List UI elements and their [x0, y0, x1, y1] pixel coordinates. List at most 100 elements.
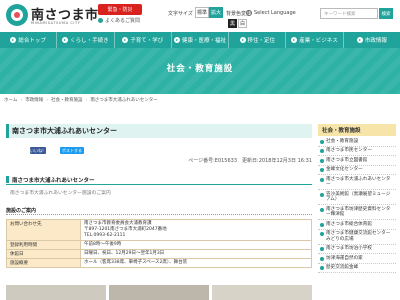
emergency-button[interactable]: 緊急・防災	[98, 4, 142, 15]
sidebar-item[interactable]: 歴史交流館金峰	[318, 264, 396, 273]
arrow-icon	[62, 37, 69, 43]
facility-photos	[6, 285, 312, 300]
table-header-cell: 登録利用時間	[6, 240, 81, 250]
search-button[interactable]: 検索	[379, 8, 393, 19]
nav-item-city-info[interactable]: 市政情報	[344, 32, 400, 48]
faq-label: よくあるご質問	[105, 18, 141, 24]
table-header-cell: お問い合わせ先	[6, 219, 81, 241]
sidebar-item[interactable]: 南さつま市総合体育館	[318, 220, 396, 230]
arrow-icon	[320, 149, 324, 153]
page-title: 南さつま市大浦ふれあいセンター	[6, 124, 312, 138]
font-size-normal-button[interactable]: 標準	[195, 7, 209, 18]
bg-black-button[interactable]: 黒	[228, 19, 237, 28]
site-logo[interactable]: 南さつま市 MINAMISATSUMA CITY	[6, 3, 98, 29]
nav-label: 移住・定住	[247, 38, 276, 44]
sidebar-item[interactable]: 坊津海運自然の家	[318, 254, 396, 264]
nav-item-top[interactable]: 総合トップ	[0, 32, 58, 48]
post-button[interactable]: ポストする	[60, 147, 84, 154]
sidebar-item[interactable]: 南さつま市民センター	[318, 147, 396, 156]
table-header-cell: 施設概要	[6, 258, 81, 268]
breadcrumb-city-info[interactable]: 市政情報	[25, 97, 43, 103]
category-banner: 社会・教育施設	[0, 48, 400, 94]
sidebar-item-label: 南さつま市総合体育館	[326, 221, 372, 227]
site-header: 南さつま市 MINAMISATSUMA CITY 緊急・防災 よくあるご質問 文…	[0, 0, 400, 32]
cell-line: ホール（客席338席、車椅子スペース2席）、舞台装	[84, 260, 188, 265]
sidebar-item-label: 笠沙美術館（黒瀬展望ミュージアム）	[326, 191, 391, 203]
sidebar-item[interactable]: 南さつま市大浦ふれあいセンター	[318, 175, 396, 190]
table-header-cell: 休館日	[6, 249, 81, 259]
language-select[interactable]: Select Language	[246, 8, 306, 18]
arrow-icon	[320, 266, 324, 270]
page-meta: ページ番号:E015633 更新日:2018年12月3日 16:31	[188, 158, 312, 164]
global-nav: 総合トップ くらし・手続き 子育て・学び 健康・医療・福祉 移住・定住 産業・ビ…	[0, 32, 400, 48]
faq-icon	[98, 18, 103, 23]
sidebar-item[interactable]: 社会・教育施設	[318, 137, 396, 147]
lead-text: 南さつま市大浦ふれあいセンター施設のご案内	[10, 191, 111, 196]
sidebar-item-label: 南さつま市立図書館	[326, 157, 368, 163]
sidebar-item[interactable]: 笠沙美術館（黒瀬展望ミュージアム）	[318, 190, 396, 205]
table-cell: ホール（客席338席、車椅子スペース2席）、舞台装	[80, 258, 312, 268]
sidebar-item[interactable]: 南さつま市坊津歴史資料センター輝津館	[318, 205, 396, 220]
table-row: 休館日 日曜日、祝日、12月29日～翌年1月3日	[6, 249, 312, 259]
faq-link[interactable]: よくあるご質問	[98, 16, 144, 25]
sidebar-list: 社会・教育施設 南さつま市民センター 南さつま市立図書館 金峰文化センター 南さ…	[318, 137, 396, 273]
sidebar-item-label: 南さつま市坊泊小学校	[326, 246, 372, 251]
language-label: Select Language	[254, 10, 296, 16]
nav-label: 子育て・学び	[130, 38, 164, 44]
sidebar-item[interactable]: 南さつま市立図書館	[318, 156, 396, 166]
arrow-icon	[173, 37, 180, 43]
nav-item-living[interactable]: くらし・手続き	[57, 32, 115, 48]
table-cell: 南さつま市教育委員会大浦教育課 〒897-1201南さつま市大浦町2047番地 …	[80, 219, 312, 241]
heading-marker	[6, 176, 9, 183]
facility-info-table: お問い合わせ先 南さつま市教育委員会大浦教育課 〒897-1201南さつま市大浦…	[6, 219, 312, 268]
subsection-heading: 施設のご案内	[6, 206, 312, 215]
cell-line: TEL.0993-62-2111	[84, 233, 126, 238]
arrow-icon	[320, 207, 324, 212]
facebook-like-button[interactable]: いいね！	[30, 147, 46, 154]
logo-subtitle: MINAMISATSUMA CITY	[31, 21, 81, 25]
breadcrumb-home[interactable]: ホーム	[4, 97, 17, 103]
arrow-icon	[320, 256, 324, 261]
facility-photo	[212, 285, 312, 300]
arrow-icon	[320, 247, 324, 251]
font-size-large-button[interactable]: 拡大	[209, 7, 223, 18]
globe-icon	[246, 10, 252, 16]
breadcrumb-separator: ›	[85, 97, 88, 103]
font-size-label: 文字サイズ	[168, 11, 193, 17]
section-heading-text: 南さつま市大浦ふれあいセンター	[12, 177, 95, 184]
arrow-icon	[356, 37, 363, 43]
arrow-icon	[320, 177, 324, 182]
nav-item-business[interactable]: 産業・ビジネス	[286, 32, 344, 48]
arrow-icon	[320, 158, 324, 163]
arrow-icon	[320, 192, 324, 197]
nav-item-health[interactable]: 健康・医療・福祉	[172, 32, 230, 48]
arrow-icon	[320, 232, 324, 236]
arrow-icon	[122, 37, 129, 43]
table-cell: 午前8時～午後9時	[80, 240, 312, 250]
sidebar-item-label: 南さつま市大浦ふれあいセンター	[326, 176, 391, 188]
sidebar-item-label: 南さつま市健康交流館センターみどりの広場	[326, 231, 391, 242]
nav-item-migration[interactable]: 移住・定住	[229, 32, 287, 48]
bg-white-button[interactable]: 白	[238, 19, 247, 28]
facility-photo	[6, 285, 106, 300]
sidebar-heading: 社会・教育施設	[318, 124, 396, 136]
sidebar-item[interactable]: 南さつま市坊泊小学校	[318, 245, 396, 254]
nav-label: 健康・医療・福祉	[181, 38, 226, 44]
nav-label: くらし・手続き	[70, 38, 109, 44]
sidebar-item[interactable]: 金峰文化センター	[318, 166, 396, 175]
nav-label: 総合トップ	[18, 38, 46, 44]
breadcrumb-facilities[interactable]: 社会・教育施設	[51, 97, 83, 103]
cell-line: 午前8時～午後9時	[84, 242, 122, 247]
breadcrumb: ホーム › 市政情報 › 社会・教育施設 › 南さつま市大浦ふれあいセンター	[4, 94, 396, 106]
sidebar-item-label: 坊津海運自然の家	[326, 255, 363, 261]
table-row: お問い合わせ先 南さつま市教育委員会大浦教育課 〒897-1201南さつま市大浦…	[6, 219, 312, 241]
arrow-icon	[320, 222, 324, 227]
nav-item-childcare[interactable]: 子育て・学び	[115, 32, 172, 48]
facility-photo	[109, 285, 209, 300]
search-input[interactable]: キーワード検索	[320, 8, 378, 19]
city-emblem-icon	[6, 4, 28, 26]
table-row: 施設概要 ホール（客席338席、車椅子スペース2席）、舞台装	[6, 258, 312, 268]
breadcrumb-separator: ›	[20, 97, 23, 103]
sidebar-item[interactable]: 南さつま市健康交流館センターみどりの広場	[318, 230, 396, 245]
breadcrumb-current: 南さつま市大浦ふれあいセンター	[90, 98, 158, 103]
